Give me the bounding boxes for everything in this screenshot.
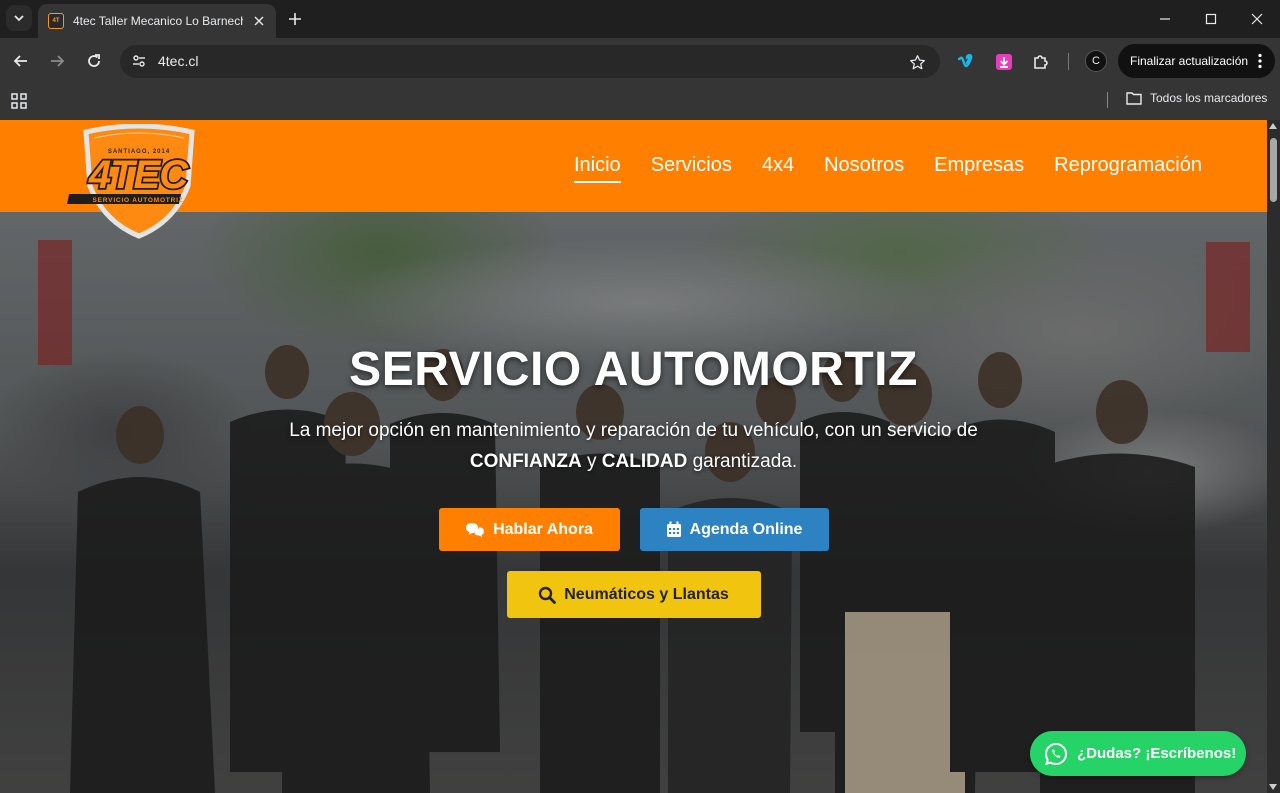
neumaticos-label: Neumáticos y Llantas xyxy=(564,585,729,603)
main-nav: Inicio Servicios 4x4 Nosotros Empresas R… xyxy=(573,154,1202,183)
arrow-right-icon xyxy=(51,55,65,67)
more-vert-icon xyxy=(1258,53,1262,69)
hero-text-end: garantizada. xyxy=(692,451,798,472)
close-window-button[interactable] xyxy=(1234,6,1280,32)
downloader-extension[interactable] xyxy=(992,50,1016,74)
scroll-thumb[interactable] xyxy=(1270,138,1277,202)
hero-title: SERVICIO AUTOMORTIZ xyxy=(349,343,918,396)
hero-section: SERVICIO AUTOMORTIZ La mejor opción en m… xyxy=(0,212,1267,793)
hero-text-bold-confianza: CONFIANZA xyxy=(469,451,582,472)
hero-text-line1: La mejor opción en mantenimiento y repar… xyxy=(289,420,978,441)
plus-icon xyxy=(289,13,301,25)
arrow-left-icon xyxy=(13,55,27,67)
bookmarks-bar: Todos los marcadores xyxy=(0,84,1280,120)
update-button-label: Finalizar actualización xyxy=(1130,54,1249,68)
page-viewport: Inicio Servicios 4x4 Nosotros Empresas R… xyxy=(0,120,1267,793)
folder-icon xyxy=(1126,92,1142,105)
calendar-icon xyxy=(666,521,681,537)
neumaticos-button[interactable]: Neumáticos y Llantas xyxy=(506,571,761,618)
maximize-button[interactable] xyxy=(1188,6,1234,32)
site-info-button[interactable] xyxy=(128,50,150,72)
nav-inicio[interactable]: Inicio xyxy=(573,154,621,183)
tab-search-button[interactable] xyxy=(6,5,32,31)
whatsapp-chat-button[interactable]: ¿Dudas? ¡Escríbenos! xyxy=(1030,731,1246,776)
scroll-down-arrow-icon[interactable] xyxy=(1269,784,1277,790)
back-button[interactable] xyxy=(9,49,33,73)
url-text[interactable]: 4tec.cl xyxy=(158,53,198,69)
reload-icon xyxy=(88,54,100,67)
whatsapp-icon xyxy=(1044,742,1067,765)
puzzle-icon xyxy=(1034,55,1048,69)
maximize-icon xyxy=(1205,13,1217,25)
logo-bottom-text: SERVICIO AUTOMOTRIZ xyxy=(93,197,184,204)
scroll-up-arrow-icon[interactable] xyxy=(1269,123,1277,129)
hero-description: La mejor opción en mantenimiento y repar… xyxy=(254,415,1014,477)
new-tab-button[interactable] xyxy=(284,8,306,30)
bookmarks-separator xyxy=(1107,92,1108,108)
site-favicon-icon: 4T xyxy=(48,13,64,29)
tune-icon xyxy=(133,55,145,67)
nav-reprogramacion[interactable]: Reprogramación xyxy=(1054,154,1202,177)
tab-strip: 4T 4tec Taller Mecanico Lo Barnechea xyxy=(0,0,1280,38)
reload-button[interactable] xyxy=(82,49,106,73)
hablar-ahora-label: Hablar Ahora xyxy=(493,520,593,538)
forward-button[interactable] xyxy=(45,49,69,73)
vimeo-icon xyxy=(958,54,973,68)
hero-text-bold-calidad: CALIDAD xyxy=(601,451,688,472)
hero-buttons: Hablar Ahora Agenda Online xyxy=(0,508,1267,551)
minimize-button[interactable] xyxy=(1142,6,1188,32)
nav-nosotros[interactable]: Nosotros xyxy=(824,154,904,177)
profile-avatar[interactable]: C xyxy=(1085,50,1107,72)
minimize-icon xyxy=(1160,18,1170,20)
hero-text-join: y xyxy=(587,451,597,472)
logo-main-text: 4TEC xyxy=(88,153,189,197)
page-scrollbar[interactable] xyxy=(1267,120,1280,793)
all-bookmarks-button[interactable]: Todos los marcadores xyxy=(1126,91,1267,105)
download-icon xyxy=(996,54,1012,70)
hero-content: SERVICIO AUTOMORTIZ La mejor opción en m… xyxy=(0,342,1267,618)
agenda-online-label: Agenda Online xyxy=(689,520,803,538)
browser-tab[interactable]: 4T 4tec Taller Mecanico Lo Barnechea xyxy=(38,4,276,38)
star-icon xyxy=(909,54,925,69)
tab-title: 4tec Taller Mecanico Lo Barnechea xyxy=(73,14,243,28)
nav-4x4[interactable]: 4x4 xyxy=(762,154,794,177)
apps-grid-icon[interactable] xyxy=(10,92,28,110)
site-logo[interactable]: SANTIAGO, 2014 4TEC SERVICIO AUTOMOTRIZ xyxy=(64,124,214,240)
bookmark-star-button[interactable] xyxy=(906,51,928,73)
chat-icon xyxy=(466,522,485,537)
nav-servicios[interactable]: Servicios xyxy=(651,154,732,177)
tab-close-button[interactable] xyxy=(250,12,268,30)
extensions-button[interactable] xyxy=(1029,50,1053,74)
whatsapp-label: ¿Dudas? ¡Escríbenos! xyxy=(1077,745,1237,762)
address-bar[interactable] xyxy=(120,45,940,78)
nav-empresas[interactable]: Empresas xyxy=(934,154,1024,177)
search-icon xyxy=(539,586,557,604)
agenda-online-button[interactable]: Agenda Online xyxy=(639,508,829,551)
chevron-down-icon xyxy=(14,15,24,22)
hablar-ahora-button[interactable]: Hablar Ahora xyxy=(438,508,620,551)
close-icon xyxy=(1251,13,1263,25)
update-button[interactable]: Finalizar actualización xyxy=(1118,44,1275,78)
close-icon xyxy=(254,16,264,26)
vimeo-extension[interactable] xyxy=(955,50,979,74)
all-bookmarks-label: Todos los marcadores xyxy=(1150,91,1268,105)
toolbar-separator xyxy=(1068,53,1069,70)
